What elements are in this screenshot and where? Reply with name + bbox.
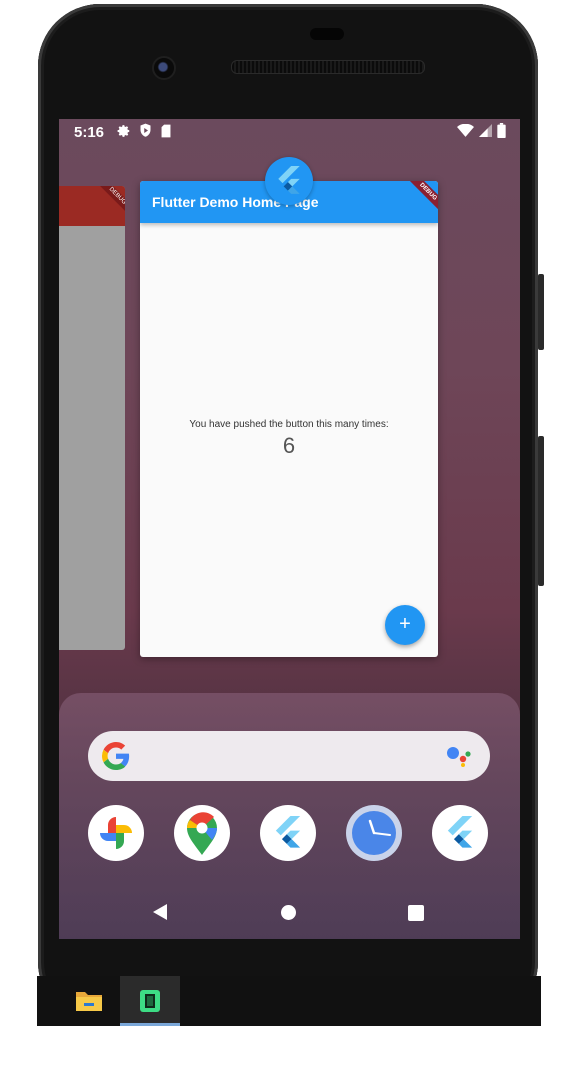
file-explorer-icon [76, 992, 102, 1011]
home-icon[interactable] [281, 905, 296, 920]
dock-apps [88, 805, 490, 863]
active-indicator [120, 1023, 180, 1026]
power-button [538, 274, 544, 350]
volume-button [538, 436, 544, 586]
shield-play-icon [139, 123, 152, 142]
google-search-bar[interactable] [88, 731, 490, 781]
flutter-app-2[interactable] [432, 805, 488, 861]
flutter-app-icon[interactable] [265, 157, 313, 205]
flutter-icon [275, 816, 301, 848]
debug-banner-left: DEBUG [98, 186, 125, 216]
clock-icon [349, 808, 399, 858]
recent-app-card-main[interactable]: Flutter Demo Home Page DEBUG You have pu… [140, 181, 438, 657]
signal-icon [479, 124, 492, 141]
clock-app[interactable] [346, 805, 402, 861]
front-camera [152, 56, 176, 80]
google-g-icon [101, 742, 130, 775]
counter-value: 6 [282, 433, 296, 458]
navigation-bar [59, 895, 520, 935]
recents-icon[interactable] [408, 905, 424, 921]
sd-card-icon [160, 124, 172, 142]
settings-icon [117, 124, 131, 142]
assistant-icon[interactable] [446, 745, 472, 772]
flutter-app-1[interactable] [260, 805, 316, 861]
left-card-app-bar: DEBUG [59, 186, 125, 226]
earpiece [310, 28, 344, 40]
emulator-icon [140, 990, 160, 1012]
photos-app[interactable] [88, 805, 144, 861]
taskbar-file-explorer[interactable] [59, 976, 119, 1026]
desktop-taskbar [37, 976, 541, 1026]
increment-fab[interactable]: + [385, 605, 425, 645]
maps-app[interactable] [174, 805, 230, 861]
counter-label: You have pushed the button this many tim… [189, 419, 389, 430]
wifi-icon [457, 123, 474, 141]
flutter-icon [447, 816, 473, 848]
battery-icon [497, 123, 506, 142]
flutter-icon [278, 166, 300, 194]
status-bar: 5:16 [59, 119, 520, 145]
pinwheel-icon [100, 817, 132, 849]
phone-screen: 5:16 DEBUG Flutter Demo Home Page DEBUG … [59, 119, 520, 939]
taskbar-emulator[interactable] [120, 976, 180, 1026]
speaker-grille [231, 60, 425, 74]
map-pin-icon [187, 812, 217, 855]
status-time: 5:16 [74, 124, 105, 141]
back-icon[interactable] [151, 903, 169, 926]
debug-banner: DEBUG [407, 181, 438, 213]
recent-app-card-left[interactable]: DEBUG [59, 186, 125, 650]
